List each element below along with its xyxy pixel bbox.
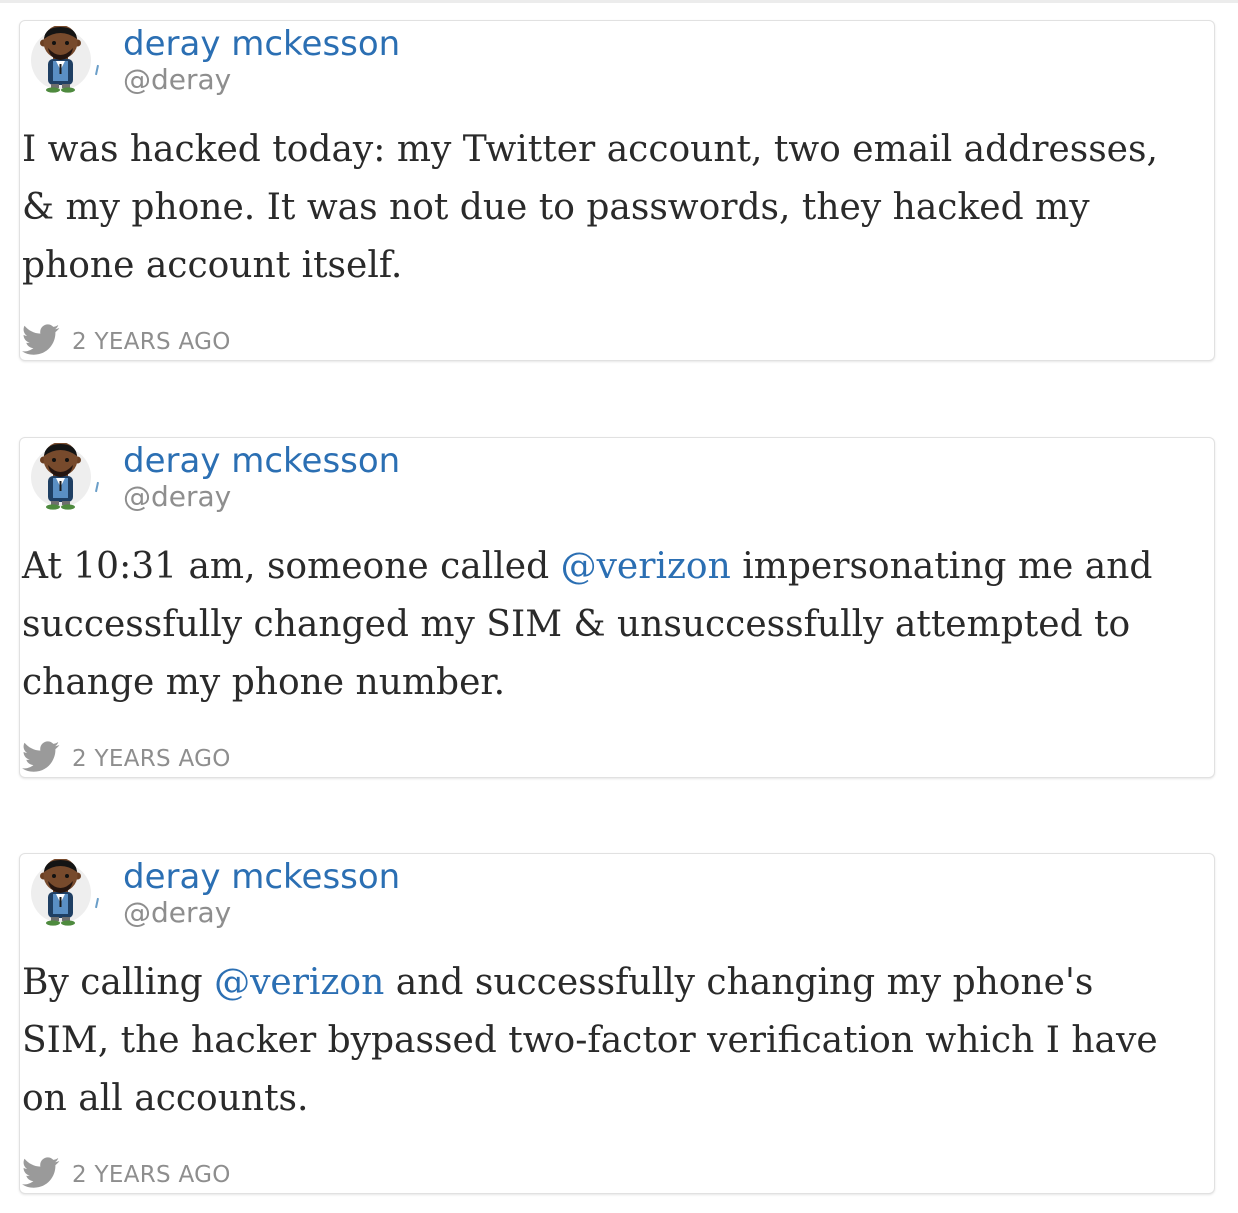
avatar[interactable] <box>29 443 99 511</box>
avatar[interactable] <box>29 859 99 927</box>
twitter-bird-icon[interactable] <box>22 1157 60 1189</box>
tweet-text-line: change my phone number. <box>22 654 1212 712</box>
tweet-text-line: At 10:31 am, someone called @verizon imp… <box>22 538 1212 596</box>
mention-link[interactable]: @verizon <box>561 546 731 587</box>
tweet-text-segment: and successfully changing my phone's <box>384 962 1094 1003</box>
twitter-bird-icon[interactable] <box>22 324 60 356</box>
mention-link[interactable]: @verizon <box>214 962 384 1003</box>
tweet-text-segment: By calling <box>22 962 215 1003</box>
top-divider <box>0 0 1238 3</box>
author-name[interactable]: deray mckesson <box>123 24 400 64</box>
tweet-text-segment: & my phone. It was not due to passwords,… <box>22 187 1090 228</box>
tweet-text: By calling @verizon and successfully cha… <box>22 954 1212 1128</box>
tweet-text-segment: I was hacked today: my Twitter account, … <box>22 129 1158 170</box>
author-handle[interactable]: @deray <box>123 63 231 97</box>
tweet-text-segment: At 10:31 am, someone called <box>22 546 561 587</box>
author-name[interactable]: deray mckesson <box>123 857 400 897</box>
tweet-text-line: & my phone. It was not due to passwords,… <box>22 179 1212 237</box>
tweet-text-segment: successfully changed my SIM & unsuccessf… <box>22 604 1131 645</box>
author-handle[interactable]: @deray <box>123 480 231 514</box>
tweet-card: deray mckesson @deray At 10:31 am, someo… <box>19 437 1215 778</box>
tweet-text-segment: impersonating me and <box>730 546 1153 587</box>
avatar[interactable] <box>29 26 99 94</box>
tweet-text-line: SIM, the hacker bypassed two-factor veri… <box>22 1012 1212 1070</box>
tweet-text-line: on all accounts. <box>22 1070 1212 1128</box>
tweet-text-line: successfully changed my SIM & unsuccessf… <box>22 596 1212 654</box>
tweet-timestamp[interactable]: 2 YEARS AGO <box>72 744 231 774</box>
tweet-text-line: phone account itself. <box>22 237 1212 295</box>
tweet-text: I was hacked today: my Twitter account, … <box>22 121 1212 295</box>
twitter-bird-icon[interactable] <box>22 741 60 773</box>
tweet-text-segment: on all accounts. <box>22 1078 309 1119</box>
tweet-text-segment: phone account itself. <box>22 245 403 286</box>
author-handle[interactable]: @deray <box>123 896 231 930</box>
tweet-text-line: By calling @verizon and successfully cha… <box>22 954 1212 1012</box>
author-name[interactable]: deray mckesson <box>123 441 400 481</box>
tweet-timestamp[interactable]: 2 YEARS AGO <box>72 1160 231 1190</box>
tweet-text-line: I was hacked today: my Twitter account, … <box>22 121 1212 179</box>
tweet-card: deray mckesson @deray By calling @verizo… <box>19 853 1215 1194</box>
tweet-text-segment: change my phone number. <box>22 662 506 703</box>
tweet-card: deray mckesson @deray I was hacked today… <box>19 20 1215 361</box>
tweet-text: At 10:31 am, someone called @verizon imp… <box>22 538 1212 712</box>
tweet-timestamp[interactable]: 2 YEARS AGO <box>72 327 231 357</box>
tweet-text-segment: SIM, the hacker bypassed two-factor veri… <box>22 1020 1158 1061</box>
